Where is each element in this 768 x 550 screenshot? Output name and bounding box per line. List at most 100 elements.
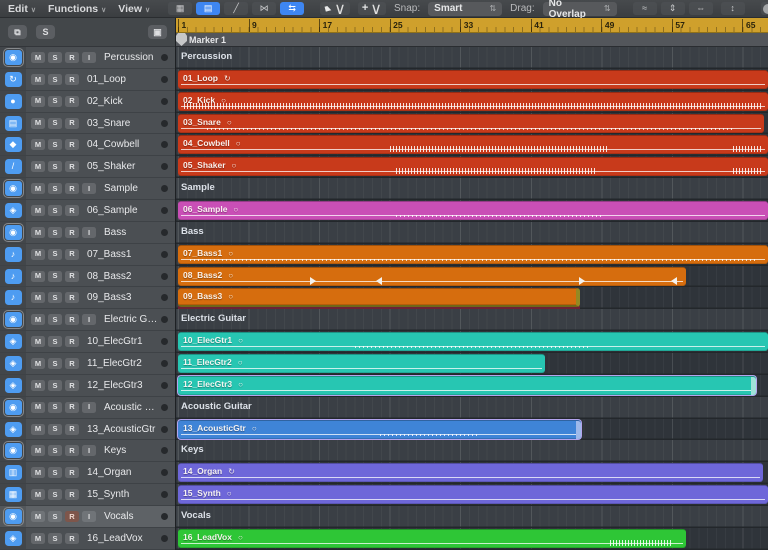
record-enable-button[interactable]: R [65,95,79,107]
mute-button[interactable]: M [31,510,45,522]
mute-button[interactable]: M [31,532,45,544]
auto-zoom-horizontal-icon[interactable]: ⇔ [688,2,713,15]
summing-stack-icon[interactable]: ◉ [0,506,26,527]
lane-06-sample[interactable]: 06_Sample ○ [176,200,768,222]
solo-button[interactable]: S [48,445,62,457]
mute-button[interactable]: M [31,270,45,282]
loop-icon[interactable]: ↻ [0,71,26,87]
track-header-keys[interactable]: ◉ M S R I Keys [0,440,175,463]
summing-stack-icon[interactable]: ◉ [0,47,26,68]
lane-01-loop[interactable]: 01_Loop ↻ [176,68,768,91]
record-enable-button[interactable]: R [65,336,79,348]
record-enable-button[interactable]: R [65,51,79,63]
mute-button[interactable]: M [31,445,45,457]
track-header-05-shaker[interactable]: / M S R 05_Shaker [0,156,175,179]
track-header-14-organ[interactable]: ▥ M S R 14_Organ [0,462,175,485]
mute-button[interactable]: M [31,161,45,173]
flex-marker-icon[interactable] [579,276,586,285]
mute-button[interactable]: M [31,73,45,85]
flex-marker-icon[interactable] [376,276,383,285]
record-enable-button[interactable]: R [65,489,79,501]
region-11-elecgtr2[interactable]: 11_ElecGtr2 ○ [178,354,545,374]
menu-edit[interactable]: Edit ∨ [6,3,38,15]
solo-safe-button[interactable]: S [36,25,55,39]
lane-08-bass2[interactable]: 08_Bass2 ○ [176,265,768,288]
track-header-02-kick[interactable]: ● M S R 02_Kick [0,90,175,113]
bar-ruler[interactable]: 1 9 17 25 33 41 49 57 65 [176,18,768,33]
kick-drum-icon[interactable]: ● [0,93,26,109]
tracks-view-icon[interactable]: ▤ [196,2,221,15]
track-zoom-toggle-icon[interactable]: ⧉ [8,25,27,39]
track-header-12-elecgtr3[interactable]: ◈ M S R 12_ElecGtr3 [0,374,175,397]
record-enable-button[interactable]: R [65,423,79,435]
snare-drum-icon[interactable]: ▤ [0,115,26,131]
solo-button[interactable]: S [48,489,62,501]
solo-button[interactable]: S [48,532,62,544]
input-monitor-button[interactable]: I [82,401,96,413]
lane-bass[interactable]: Bass [176,221,768,244]
menu-functions[interactable]: Functions ∨ [46,3,108,15]
lane-02-kick[interactable]: 02_Kick ○ [176,90,768,113]
mute-button[interactable]: M [31,467,45,479]
electric-guitar-icon[interactable]: ◈ [0,377,26,393]
lane-percussion[interactable]: Percussion [176,47,768,69]
record-enable-button[interactable]: R [65,445,79,457]
mute-button[interactable]: M [31,139,45,151]
track-header-01-loop[interactable]: ↻ M S R 01_Loop [0,68,175,91]
input-monitor-button[interactable]: I [82,510,96,522]
region-07-bass1[interactable]: 07_Bass1 ○ [178,244,768,264]
electric-guitar-icon[interactable]: ◈ [0,334,26,350]
mute-button[interactable]: M [31,95,45,107]
solo-button[interactable]: S [48,423,62,435]
record-enable-button[interactable]: R [65,379,79,391]
solo-button[interactable]: S [48,139,62,151]
mute-button[interactable]: M [31,401,45,413]
solo-button[interactable]: S [48,336,62,348]
auto-zoom-vertical-icon[interactable]: ⇕ [660,2,685,15]
flex-marker-icon[interactable] [670,276,677,285]
solo-button[interactable]: S [48,73,62,85]
record-enable-button[interactable]: R [65,314,79,326]
lane-15-synth[interactable]: 15_Synth ○ [176,484,768,507]
solo-button[interactable]: S [48,379,62,391]
synth-icon[interactable]: ▦ [0,487,26,503]
track-header-bass[interactable]: ◉ M S R I Bass [0,221,175,244]
track-header-15-synth[interactable]: ▦ M S R 15_Synth [0,484,175,507]
track-header-13-acousticgtr[interactable]: ◈ M S R 13_AcousticGtr [0,418,175,441]
mute-button[interactable]: M [31,292,45,304]
summing-stack-icon[interactable]: ◉ [0,440,26,461]
region-03-snare[interactable]: 03_Snare ○ [178,113,764,133]
pointer-tool-dropdown[interactable]: ∨ [320,1,350,18]
lane-09-bass3[interactable]: 09_Bass3 ○ [176,287,768,310]
region-16-leadvox[interactable]: 16_LeadVox ○ [178,528,686,548]
solo-button[interactable]: S [48,314,62,326]
mute-button[interactable]: M [31,117,45,129]
mute-button[interactable]: M [31,248,45,260]
record-enable-button[interactable]: R [65,532,79,544]
lane-electric-guitar[interactable]: Electric Guitar [176,309,768,332]
region-04-cowbell[interactable]: 04_Cowbell ○ [178,135,768,155]
menu-view[interactable]: View ∨ [116,3,152,15]
solo-button[interactable]: S [48,292,62,304]
record-enable-button[interactable]: R [65,226,79,238]
lane-14-organ[interactable]: 14_Organ ↻ [176,462,768,485]
record-enable-button[interactable]: R [65,204,79,216]
solo-button[interactable]: S [48,95,62,107]
track-header-08-bass2[interactable]: ♪ M S R 08_Bass2 [0,265,175,288]
solo-button[interactable]: S [48,510,62,522]
record-enable-button[interactable]: R [65,248,79,260]
track-header-09-bass3[interactable]: ♪ M S R 09_Bass3 [0,287,175,310]
waveform-zoom-icon[interactable]: ≈ [632,2,657,15]
hide-tracks-icon[interactable]: ▣ [148,25,167,39]
region-08-bass2[interactable]: 08_Bass2 ○ [178,266,686,286]
region-09-bass3[interactable]: 09_Bass3 ○ [178,288,580,308]
region-10-elecgtr1[interactable]: 10_ElecGtr1 ○ [178,332,768,352]
solo-button[interactable]: S [48,270,62,282]
track-header-vocals[interactable]: ◉ M S R I Vocals [0,506,175,528]
solo-button[interactable]: S [48,467,62,479]
lane-07-bass1[interactable]: 07_Bass1 ○ [176,243,768,266]
track-header-06-sample[interactable]: ◈ M S R 06_Sample [0,200,175,222]
bass-guitar-icon[interactable]: ♪ [0,246,26,262]
summing-stack-icon[interactable]: ◉ [0,309,26,330]
grid-editor-icon[interactable]: ▦ [168,2,193,15]
